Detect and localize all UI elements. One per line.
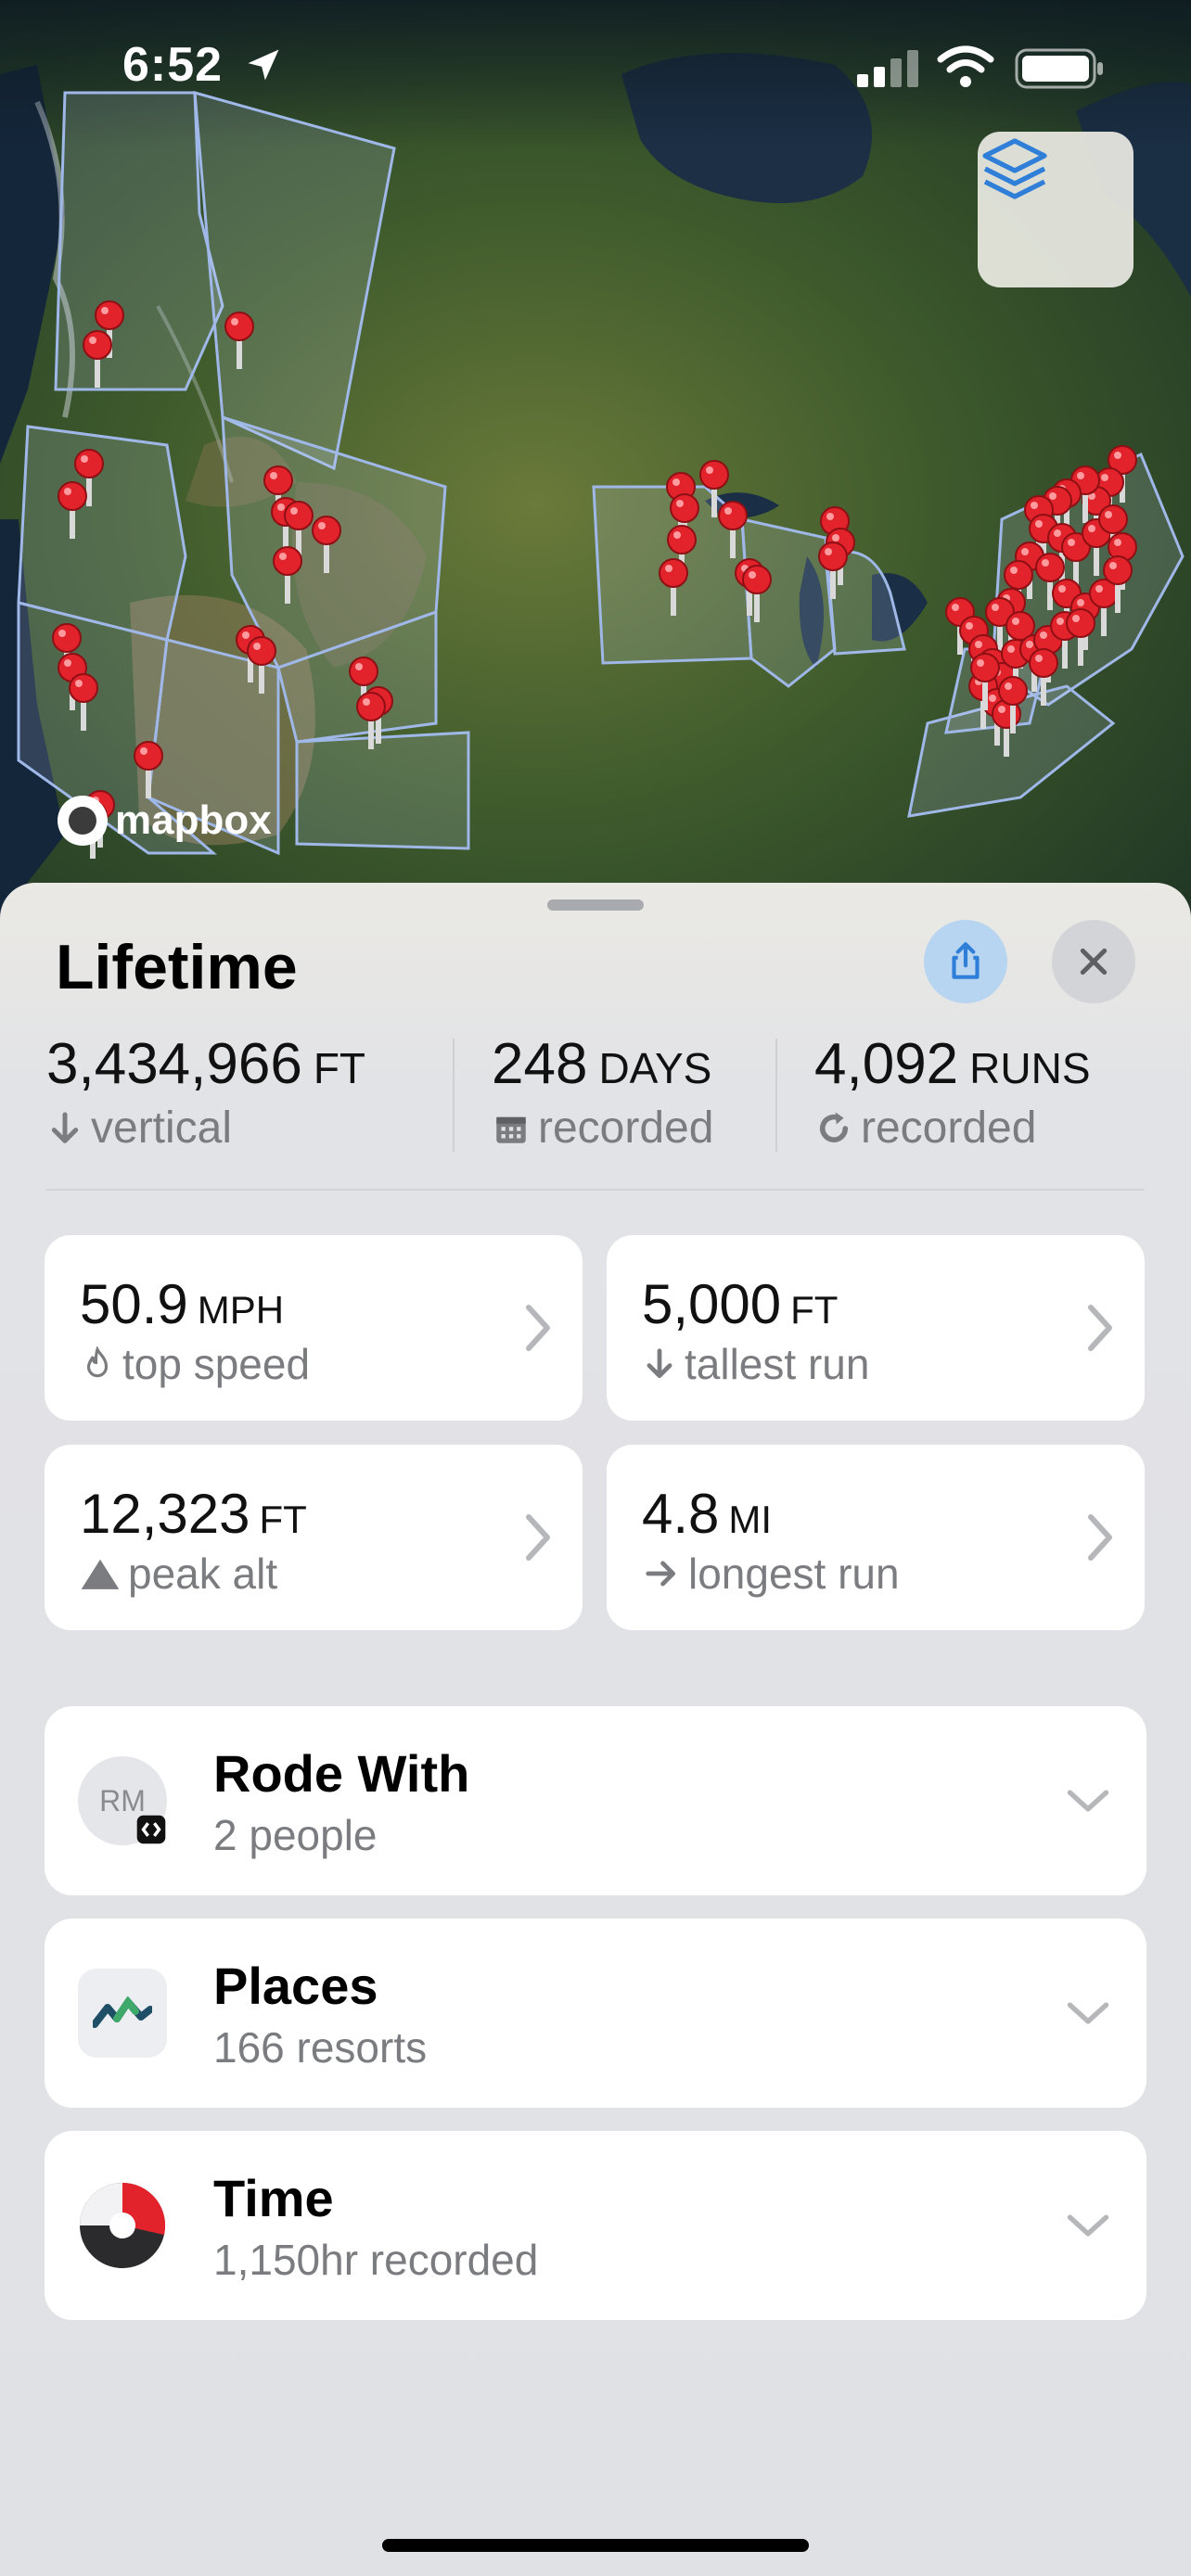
card-unit: FT (259, 1498, 307, 1541)
chevron-right-icon (526, 1305, 550, 1351)
map-view[interactable]: 6:52 mapbox (0, 0, 1191, 918)
link-badge-icon (136, 1815, 166, 1844)
mapbox-logo-icon (58, 796, 108, 846)
stat-value: 3,434,966 (46, 1032, 302, 1096)
row-title: Places (213, 1957, 378, 2015)
row-title: Time (213, 2169, 334, 2227)
wifi-icon (937, 45, 994, 87)
mapbox-attribution[interactable]: mapbox (58, 796, 272, 846)
card-value: 5,000 (642, 1273, 782, 1335)
stat-value: 248 (492, 1032, 588, 1096)
home-indicator[interactable] (382, 2539, 809, 2552)
chevron-right-icon (1088, 1305, 1112, 1351)
chevron-down-icon (1067, 2002, 1109, 2024)
card-unit: FT (790, 1288, 839, 1332)
map-layers-button[interactable] (978, 132, 1133, 287)
calendar-icon (496, 1116, 526, 1143)
card-unit: MPH (197, 1288, 285, 1332)
arrow-right-icon (646, 1561, 676, 1587)
stat-days: 248 DAYS recorded (492, 1031, 713, 1154)
stat-unit: RUNS (969, 1044, 1091, 1092)
share-icon (952, 942, 980, 979)
places-row[interactable]: Places 166 resorts (45, 1919, 1146, 2108)
card-label: tallest run (685, 1340, 870, 1388)
battery-icon (1015, 48, 1103, 89)
avatar: RM (78, 1756, 167, 1845)
chevron-down-icon (1067, 1790, 1109, 1812)
top-speed-card[interactable]: 50.9 MPH top speed (45, 1235, 583, 1421)
mountain-icon (81, 1559, 120, 1589)
cellular-signal-icon (857, 50, 918, 87)
lifetime-stats: 3,434,966 FT vertical 248 DAYS recorded 4,… (0, 1031, 1191, 1170)
stat-divider (453, 1039, 455, 1152)
card-label: longest run (688, 1549, 900, 1598)
sheet-title: Lifetime (56, 932, 298, 1002)
card-value: 4.8 (642, 1483, 720, 1545)
row-title: Rode With (213, 1744, 470, 1803)
card-label: top speed (122, 1340, 311, 1388)
chevron-down-icon (1067, 2214, 1109, 2237)
repeat-icon (820, 1112, 849, 1142)
time-row[interactable]: Time 1,150hr recorded (45, 2131, 1146, 2320)
close-button[interactable] (1052, 920, 1135, 1003)
mapbox-wordmark: mapbox (115, 797, 272, 843)
card-value: 50.9 (80, 1273, 188, 1335)
row-subtitle: 166 resorts (213, 2023, 428, 2072)
lifetime-sheet: Lifetime 3,434,966 FT vertical 248 DAYS re… (0, 883, 1191, 2576)
stat-runs: 4,092 RUNS recorded (814, 1031, 1091, 1154)
status-time: 6:52 (122, 38, 224, 92)
peak-alt-card[interactable]: 12,323 FT peak alt (45, 1445, 583, 1630)
close-icon (1080, 948, 1108, 976)
rode-with-row[interactable]: RM Rode With 2 people (45, 1706, 1146, 1895)
flame-icon (86, 1346, 109, 1378)
longest-run-card[interactable]: 4.8 MI longest run (607, 1445, 1145, 1630)
tallest-run-card[interactable]: 5,000 FT tallest run (607, 1235, 1145, 1421)
stat-vertical: 3,434,966 FT vertical (46, 1031, 365, 1154)
stat-divider (775, 1039, 777, 1152)
arrow-down-icon (51, 1112, 79, 1143)
layers-icon (982, 138, 1047, 199)
chevron-right-icon (1088, 1514, 1112, 1561)
arrow-down-icon (647, 1348, 672, 1379)
stat-unit: DAYS (598, 1044, 712, 1092)
stat-unit: FT (313, 1044, 366, 1092)
resort-logo-icon (78, 1969, 167, 2058)
row-subtitle: 2 people (213, 1811, 378, 1859)
section-divider (46, 1189, 1145, 1191)
stat-value: 4,092 (814, 1032, 959, 1096)
status-bar: 6:52 (0, 0, 1191, 139)
share-button[interactable] (924, 920, 1007, 1003)
sheet-grabber[interactable] (547, 899, 644, 911)
card-unit: MI (728, 1498, 773, 1541)
card-value: 12,323 (80, 1483, 250, 1545)
time-pie-icon (80, 2183, 166, 2268)
card-label: peak alt (128, 1549, 278, 1598)
chevron-right-icon (526, 1514, 550, 1561)
stat-label: recorded (861, 1103, 1037, 1153)
row-subtitle: 1,150hr recorded (213, 2236, 539, 2284)
stat-label: recorded (538, 1103, 714, 1153)
location-arrow-icon (248, 49, 279, 81)
stat-label: vertical (91, 1103, 233, 1153)
